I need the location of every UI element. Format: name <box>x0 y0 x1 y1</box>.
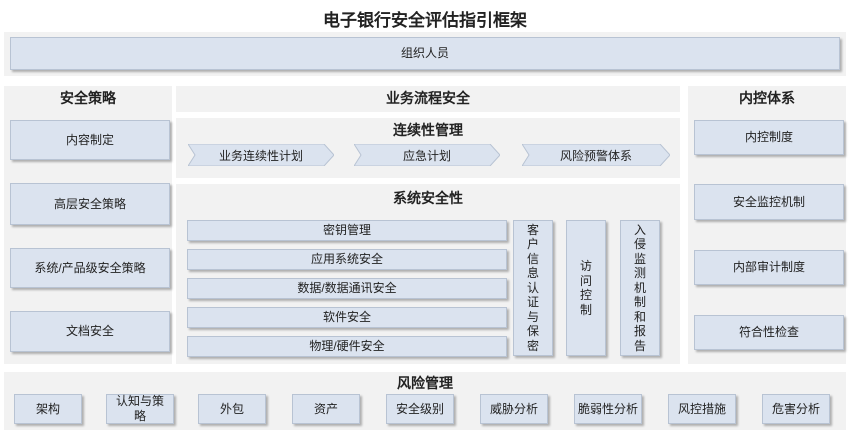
risk-item-label: 架构 <box>35 401 60 416</box>
risk-item-label: 危害分析 <box>771 401 820 416</box>
system-item-label: 数据/数据通讯安全 <box>297 281 397 295</box>
top-bar-box: 组织人员 <box>10 37 840 70</box>
risk-item-2: 外包 <box>198 394 266 424</box>
right-item-label: 安全监控机制 <box>732 194 805 209</box>
system-vertical-2: 入侵监测机制和报告 <box>620 220 660 356</box>
right-item-label: 内控制度 <box>744 130 793 144</box>
system-vertical-label: 入侵监测机制和报告 <box>633 222 646 353</box>
risk-item-3: 资产 <box>292 394 360 424</box>
left-item-0: 内容制定 <box>10 120 170 160</box>
risk-item-1: 认知与策略 <box>106 394 174 424</box>
system-item-label: 物理/硬件安全 <box>309 339 385 353</box>
right-item-3: 符合性检查 <box>694 315 844 350</box>
left-item-2: 系统/产品级安全策略 <box>10 248 170 288</box>
left-item-label: 高层安全策略 <box>53 196 126 211</box>
system-item-2: 数据/数据通讯安全 <box>187 278 507 299</box>
system-vertical-label: 访问控制 <box>579 259 592 317</box>
left-item-label: 文档安全 <box>65 324 114 338</box>
risk-item-label: 风控措施 <box>677 401 726 416</box>
risk-item-0: 架构 <box>14 394 82 424</box>
right-item-2: 内部审计制度 <box>694 250 844 285</box>
system-item-label: 应用系统安全 <box>310 252 383 266</box>
risk-item-label: 资产 <box>313 401 338 416</box>
left-item-label: 系统/产品级安全策略 <box>34 260 146 275</box>
risk-item-4: 安全级别 <box>386 394 454 424</box>
continuity-step-1: 应急计划 <box>354 144 500 166</box>
middle-column-title: 业务流程安全 <box>386 90 470 106</box>
left-item-label: 内容制定 <box>65 132 114 147</box>
system-item-0: 密钥管理 <box>187 220 507 241</box>
diagram-title: 电子银行安全评估指引框架 <box>323 10 527 30</box>
left-column-title: 安全策略 <box>60 90 116 106</box>
system-item-3: 软件安全 <box>187 307 507 328</box>
risk-item-label: 脆弱性分析 <box>577 401 638 416</box>
system-item-4: 物理/硬件安全 <box>187 336 507 357</box>
right-column-title: 内控体系 <box>739 90 795 106</box>
risk-item-label: 认知与策略 <box>115 394 164 423</box>
risk-item-5: 威胁分析 <box>480 394 548 424</box>
right-item-label: 内部审计制度 <box>732 260 805 274</box>
system-vertical-1: 访问控制 <box>566 220 606 356</box>
continuity-title: 连续性管理 <box>393 122 463 138</box>
continuity-step-label: 业务连续性计划 <box>218 148 303 163</box>
risk-item-7: 风控措施 <box>668 394 736 424</box>
risk-item-label: 外包 <box>219 401 244 416</box>
left-item-1: 高层安全策略 <box>10 183 170 225</box>
right-item-1: 安全监控机制 <box>694 184 844 220</box>
system-security-title: 系统安全性 <box>393 190 463 206</box>
bottom-section-title: 风险管理 <box>397 375 453 391</box>
top-bar-label: 组织人员 <box>400 46 449 60</box>
system-vertical-0: 客户信息认证与保密 <box>513 220 553 356</box>
system-vertical-label: 客户信息认证与保密 <box>526 222 539 353</box>
system-item-1: 应用系统安全 <box>187 249 507 270</box>
system-item-label: 密钥管理 <box>322 223 371 237</box>
left-item-3: 文档安全 <box>10 311 170 352</box>
continuity-step-label: 风险预警体系 <box>559 148 632 163</box>
risk-item-label: 威胁分析 <box>489 401 538 416</box>
continuity-step-0: 业务连续性计划 <box>188 144 334 166</box>
continuity-step-2: 风险预警体系 <box>522 144 670 166</box>
risk-item-8: 危害分析 <box>762 394 830 424</box>
right-item-0: 内控制度 <box>694 120 844 155</box>
right-item-label: 符合性检查 <box>738 325 799 339</box>
risk-item-6: 脆弱性分析 <box>574 394 642 424</box>
continuity-step-label: 应急计划 <box>402 148 451 163</box>
risk-item-label: 安全级别 <box>395 401 444 416</box>
system-item-label: 软件安全 <box>322 310 371 324</box>
